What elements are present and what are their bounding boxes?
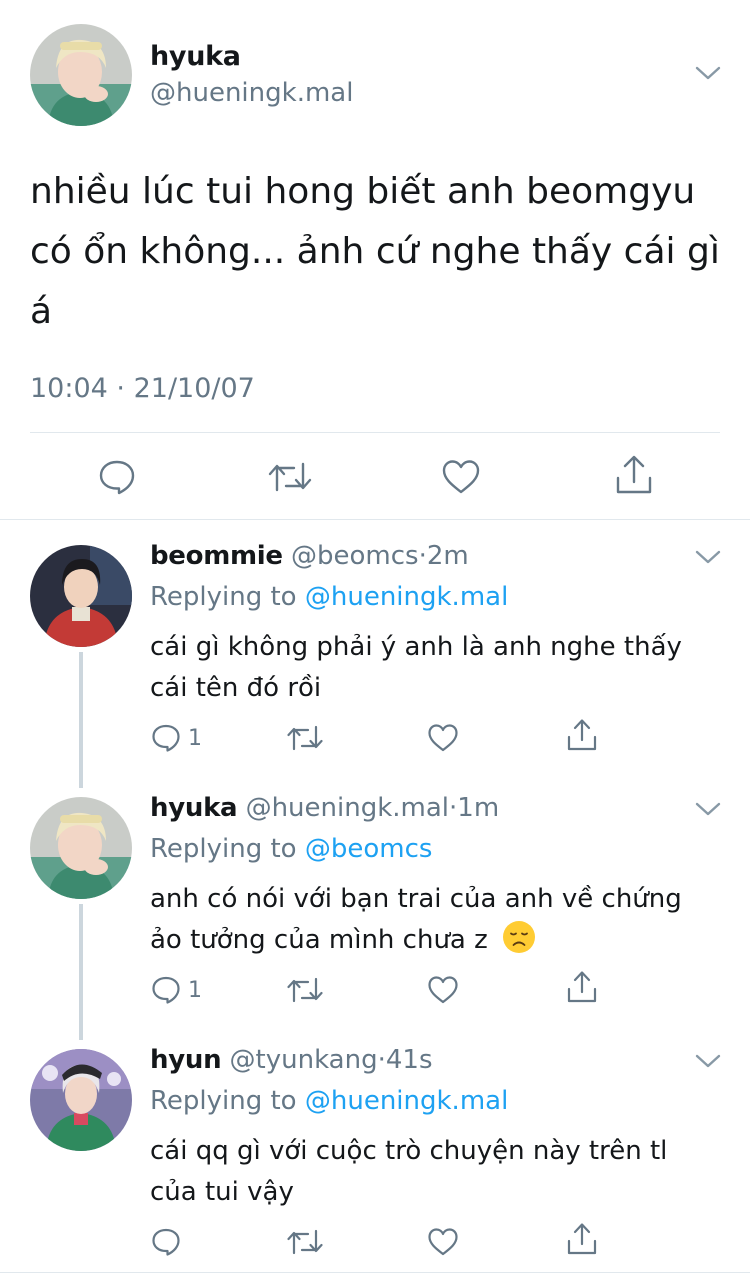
reply-icon[interactable] — [151, 723, 181, 753]
reply-text-fragment: ảo tưởng của mình chưa z — [150, 925, 488, 955]
reply-text-line: anh có nói với bạn trai của anh về chứng — [150, 884, 682, 914]
reply-text-line: ảo tưởng của mình chưa z — [150, 920, 682, 961]
author-handle[interactable]: @hueningk.mal — [246, 793, 449, 823]
reply-icon[interactable] — [151, 975, 181, 1005]
tweet-timestamp: 10:04 · 21/10/07 — [30, 373, 255, 404]
replying-to: Replying to @hueningk.mal — [150, 582, 508, 612]
retweet-icon[interactable] — [287, 724, 323, 752]
replying-to-handle-link[interactable]: @hueningk.mal — [305, 1086, 508, 1116]
tweet-time: 10:04 — [30, 373, 108, 404]
reply-text-line: cái tên đó rồi — [150, 673, 322, 703]
reply-header: hyuka @hueningk.mal·1m — [150, 793, 499, 823]
replying-to-label: Replying to — [150, 582, 297, 612]
author-handle[interactable]: @beomcs — [291, 541, 419, 571]
reply-text-line: cái qq gì với cuộc trò chuyện này trên t… — [150, 1136, 668, 1166]
reply-icon[interactable] — [151, 1227, 181, 1257]
avatar-beommie[interactable] — [30, 545, 132, 647]
author-name[interactable]: hyuka — [150, 41, 241, 72]
reply-icon[interactable] — [98, 458, 136, 496]
like-icon[interactable] — [427, 975, 459, 1005]
like-icon[interactable] — [427, 723, 459, 753]
retweet-icon[interactable] — [287, 1228, 323, 1256]
reply-count: 1 — [188, 726, 202, 751]
chevron-down-icon[interactable] — [694, 548, 722, 566]
author-handle[interactable]: @hueningk.mal — [150, 78, 353, 108]
author-handle[interactable]: @tyunkang — [230, 1045, 378, 1075]
divider — [30, 432, 720, 433]
tweet-date: 21/10/07 — [133, 373, 255, 404]
reply-header: beommie @beomcs·2m — [150, 541, 469, 571]
avatar-hyuka[interactable] — [30, 797, 132, 899]
retweet-icon[interactable] — [287, 976, 323, 1004]
reply-text: cái qq gì với cuộc trò chuyện này trên t… — [150, 1131, 667, 1213]
author-name[interactable]: beommie — [150, 541, 283, 571]
replying-to-handle-link[interactable]: @hueningk.mal — [305, 582, 508, 612]
share-icon[interactable] — [566, 718, 598, 752]
divider — [0, 519, 750, 520]
author-name[interactable]: hyuka — [150, 793, 238, 823]
tweet-text: nhiều lúc tui hong biết anh beomgyu có ổ… — [30, 171, 720, 332]
chevron-down-icon[interactable] — [694, 800, 722, 818]
separator-dot: · — [116, 373, 125, 404]
share-icon[interactable] — [566, 1222, 598, 1256]
reply-time: 41s — [385, 1045, 433, 1075]
reply-header: hyun @tyunkang·41s — [150, 1045, 433, 1075]
share-icon[interactable] — [614, 454, 654, 496]
reply-count: 1 — [188, 978, 202, 1003]
like-icon[interactable] — [441, 458, 481, 496]
disappointed-face-emoji — [502, 920, 536, 954]
avatar-hyun[interactable] — [30, 1049, 132, 1151]
avatar-hyuka[interactable] — [30, 24, 132, 126]
separator-dot: · — [377, 1045, 386, 1075]
share-icon[interactable] — [566, 970, 598, 1004]
thread-line — [79, 904, 83, 1040]
replying-to-handle-link[interactable]: @beomcs — [305, 834, 433, 864]
reply-text: cái gì không phải ý anh là anh nghe thấy… — [150, 627, 682, 709]
separator-dot: · — [418, 541, 427, 571]
retweet-icon[interactable] — [268, 460, 312, 494]
reply-text-line: cái gì không phải ý anh là anh nghe thấy — [150, 632, 682, 662]
thread-line — [79, 652, 83, 788]
replying-to-label: Replying to — [150, 1086, 297, 1116]
like-icon[interactable] — [427, 1227, 459, 1257]
author-name[interactable]: hyun — [150, 1045, 222, 1075]
replying-to: Replying to @beomcs — [150, 834, 432, 864]
reply-text-line: của tui vậy — [150, 1177, 294, 1207]
reply-text: anh có nói với bạn trai của anh về chứng… — [150, 879, 682, 961]
replying-to-label: Replying to — [150, 834, 297, 864]
reply-time: 1m — [457, 793, 500, 823]
divider — [0, 1272, 750, 1273]
chevron-down-icon[interactable] — [694, 1052, 722, 1070]
reply-time: 2m — [426, 541, 469, 571]
replying-to: Replying to @hueningk.mal — [150, 1086, 508, 1116]
chevron-down-icon[interactable] — [694, 64, 722, 82]
